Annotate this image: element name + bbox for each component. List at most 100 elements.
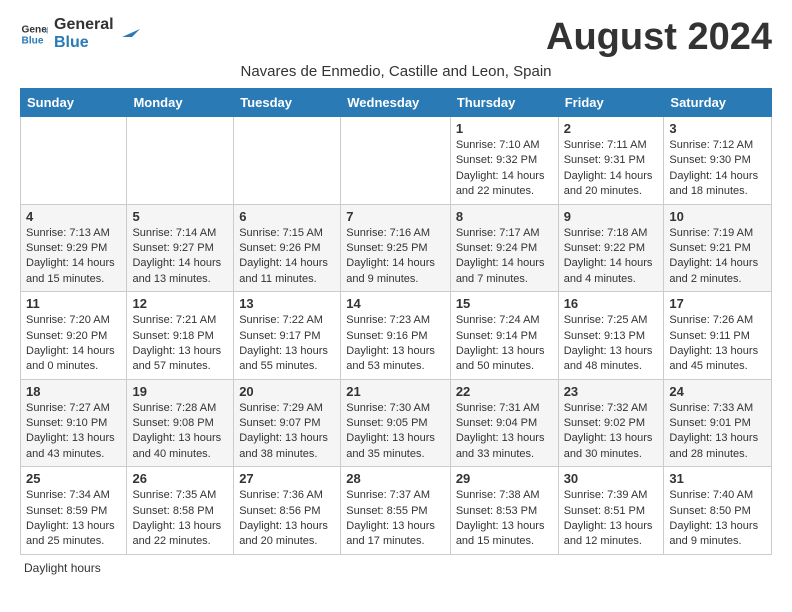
calendar-cell: 13Sunrise: 7:22 AM Sunset: 9:17 PM Dayli… [234, 292, 341, 380]
calendar-cell: 24Sunrise: 7:33 AM Sunset: 9:01 PM Dayli… [664, 379, 772, 467]
day-info: Sunrise: 7:14 AM Sunset: 9:27 PM Dayligh… [132, 226, 228, 288]
day-number: 5 [132, 209, 228, 224]
day-info: Sunrise: 7:34 AM Sunset: 8:59 PM Dayligh… [26, 488, 121, 550]
calendar-cell: 10 Sunrise: 7:19 AM Sunset: 9:21 PM Dayli… [664, 204, 772, 292]
day-info: Sunrise: 7:37 AM Sunset: 8:55 PM Dayligh… [346, 488, 445, 550]
day-number: 27 [239, 471, 335, 486]
day-number: 13 [239, 296, 335, 311]
calendar-cell: 8Sunrise: 7:17 AM Sunset: 9:24 PM Daylig… [450, 204, 558, 292]
day-number: 20 [239, 384, 335, 399]
day-number: 22 [456, 384, 553, 399]
calendar-cell: 9 Sunrise: 7:18 AM Sunset: 9:22 PM Daylig… [558, 204, 664, 292]
day-of-week-header: Friday [558, 89, 664, 117]
calendar-cell: 16Sunrise: 7:25 AM Sunset: 9:13 PM Dayli… [558, 292, 664, 380]
day-number: 21 [346, 384, 445, 399]
svg-text:General: General [22, 24, 48, 35]
calendar-cell [21, 117, 127, 205]
calendar-cell: 14 Sunrise: 7:23 AM Sunset: 9:16 PM Dayli… [341, 292, 451, 380]
day-of-week-header: Tuesday [234, 89, 341, 117]
calendar-cell: 29 Sunrise: 7:38 AM Sunset: 8:53 PM Dayli… [450, 467, 558, 555]
day-number: 30 [564, 471, 659, 486]
day-info: Sunrise: 7:19 AM Sunset: 9:21 PM Dayligh… [669, 226, 766, 288]
day-info: Sunrise: 7:30 AM Sunset: 9:05 PM Dayligh… [346, 401, 445, 463]
day-info: Sunrise: 7:27 AM Sunset: 9:10 PM Dayligh… [26, 401, 121, 463]
day-number: 25 [26, 471, 121, 486]
day-info: Sunrise: 7:32 AM Sunset: 9:02 PM Dayligh… [564, 401, 659, 463]
calendar-cell: 19 Sunrise: 7:28 AM Sunset: 9:08 PM Dayli… [127, 379, 234, 467]
day-info: Sunrise: 7:12 AM Sunset: 9:30 PM Dayligh… [669, 138, 766, 200]
day-info: Sunrise: 7:31 AM Sunset: 9:04 PM Dayligh… [456, 401, 553, 463]
day-info: Sunrise: 7:23 AM Sunset: 9:16 PM Dayligh… [346, 313, 445, 375]
day-info: Sunrise: 7:38 AM Sunset: 8:53 PM Dayligh… [456, 488, 553, 550]
day-info: Sunrise: 7:15 AM Sunset: 9:26 PM Dayligh… [239, 226, 335, 288]
day-info: Sunrise: 7:36 AM Sunset: 8:56 PM Dayligh… [239, 488, 335, 550]
day-number: 31 [669, 471, 766, 486]
day-of-week-header: Monday [127, 89, 234, 117]
day-number: 4 [26, 209, 121, 224]
day-number: 26 [132, 471, 228, 486]
day-number: 7 [346, 209, 445, 224]
day-number: 19 [132, 384, 228, 399]
day-number: 28 [346, 471, 445, 486]
calendar-cell: 22 Sunrise: 7:31 AM Sunset: 9:04 PM Dayli… [450, 379, 558, 467]
day-info: Sunrise: 7:39 AM Sunset: 8:51 PM Dayligh… [564, 488, 659, 550]
calendar-cell: 21 Sunrise: 7:30 AM Sunset: 9:05 PM Dayli… [341, 379, 451, 467]
calendar-cell: 31 Sunrise: 7:40 AM Sunset: 8:50 PM Dayli… [664, 467, 772, 555]
day-info: Sunrise: 7:18 AM Sunset: 9:22 PM Dayligh… [564, 226, 659, 288]
calendar-cell: 4 Sunrise: 7:13 AM Sunset: 9:29 PM Daylig… [21, 204, 127, 292]
calendar-cell: 27 Sunrise: 7:36 AM Sunset: 8:56 PM Dayli… [234, 467, 341, 555]
day-info: Sunrise: 7:25 AM Sunset: 9:13 PM Dayligh… [564, 313, 659, 375]
day-info: Sunrise: 7:28 AM Sunset: 9:08 PM Dayligh… [132, 401, 228, 463]
calendar-cell: 18 Sunrise: 7:27 AM Sunset: 9:10 PM Dayli… [21, 379, 127, 467]
calendar-cell: 5 Sunrise: 7:14 AM Sunset: 9:27 PM Daylig… [127, 204, 234, 292]
day-of-week-header: Wednesday [341, 89, 451, 117]
day-number: 29 [456, 471, 553, 486]
day-info: Sunrise: 7:33 AM Sunset: 9:01 PM Dayligh… [669, 401, 766, 463]
calendar-cell: 26 Sunrise: 7:35 AM Sunset: 8:58 PM Dayli… [127, 467, 234, 555]
day-of-week-header: Thursday [450, 89, 558, 117]
day-number: 11 [26, 296, 121, 311]
calendar-cell: 1Sunrise: 7:10 AM Sunset: 9:32 PM Daylig… [450, 117, 558, 205]
day-info: Sunrise: 7:21 AM Sunset: 9:18 PM Dayligh… [132, 313, 228, 375]
calendar-cell: 23 Sunrise: 7:32 AM Sunset: 9:02 PM Dayli… [558, 379, 664, 467]
calendar-cell: 12 Sunrise: 7:21 AM Sunset: 9:18 PM Dayli… [127, 292, 234, 380]
calendar-cell [341, 117, 451, 205]
logo: General Blue General Blue [20, 16, 140, 51]
calendar-cell: 6 Sunrise: 7:15 AM Sunset: 9:26 PM Daylig… [234, 204, 341, 292]
day-info: Sunrise: 7:16 AM Sunset: 9:25 PM Dayligh… [346, 226, 445, 288]
day-number: 10 [669, 209, 766, 224]
header: General Blue General Blue August 2024 [20, 16, 772, 59]
calendar-cell: 28 Sunrise: 7:37 AM Sunset: 8:55 PM Dayli… [341, 467, 451, 555]
day-info: Sunrise: 7:35 AM Sunset: 8:58 PM Dayligh… [132, 488, 228, 550]
day-of-week-header: Saturday [664, 89, 772, 117]
day-number: 18 [26, 384, 121, 399]
month-title: August 2024 [546, 16, 772, 59]
day-number: 9 [564, 209, 659, 224]
calendar-cell: 3Sunrise: 7:12 AM Sunset: 9:30 PM Daylig… [664, 117, 772, 205]
logo-blue-text: Blue [54, 34, 114, 52]
svg-text:Blue: Blue [22, 35, 44, 46]
day-info: Sunrise: 7:20 AM Sunset: 9:20 PM Dayligh… [26, 313, 121, 375]
calendar-table: SundayMondayTuesdayWednesdayThursdayFrid… [20, 88, 772, 555]
calendar-cell: 7 Sunrise: 7:16 AM Sunset: 9:25 PM Daylig… [341, 204, 451, 292]
day-info: Sunrise: 7:26 AM Sunset: 9:11 PM Dayligh… [669, 313, 766, 375]
day-number: 12 [132, 296, 228, 311]
day-info: Sunrise: 7:11 AM Sunset: 9:31 PM Dayligh… [564, 138, 659, 200]
day-info: Sunrise: 7:24 AM Sunset: 9:14 PM Dayligh… [456, 313, 553, 375]
day-info: Sunrise: 7:13 AM Sunset: 9:29 PM Dayligh… [26, 226, 121, 288]
day-number: 6 [239, 209, 335, 224]
logo-general-text: General [54, 16, 114, 34]
day-number: 15 [456, 296, 553, 311]
day-number: 17 [669, 296, 766, 311]
day-number: 14 [346, 296, 445, 311]
calendar-cell: 15 Sunrise: 7:24 AM Sunset: 9:14 PM Dayli… [450, 292, 558, 380]
day-of-week-header: Sunday [21, 89, 127, 117]
day-number: 23 [564, 384, 659, 399]
subtitle: Navares de Enmedio, Castille and Leon, S… [20, 63, 772, 80]
calendar-cell: 20Sunrise: 7:29 AM Sunset: 9:07 PM Dayli… [234, 379, 341, 467]
day-info: Sunrise: 7:40 AM Sunset: 8:50 PM Dayligh… [669, 488, 766, 550]
calendar-cell: 17 Sunrise: 7:26 AM Sunset: 9:11 PM Dayli… [664, 292, 772, 380]
calendar-cell [127, 117, 234, 205]
calendar-cell: 2Sunrise: 7:11 AM Sunset: 9:31 PM Daylig… [558, 117, 664, 205]
logo-icon: General Blue [20, 20, 48, 48]
